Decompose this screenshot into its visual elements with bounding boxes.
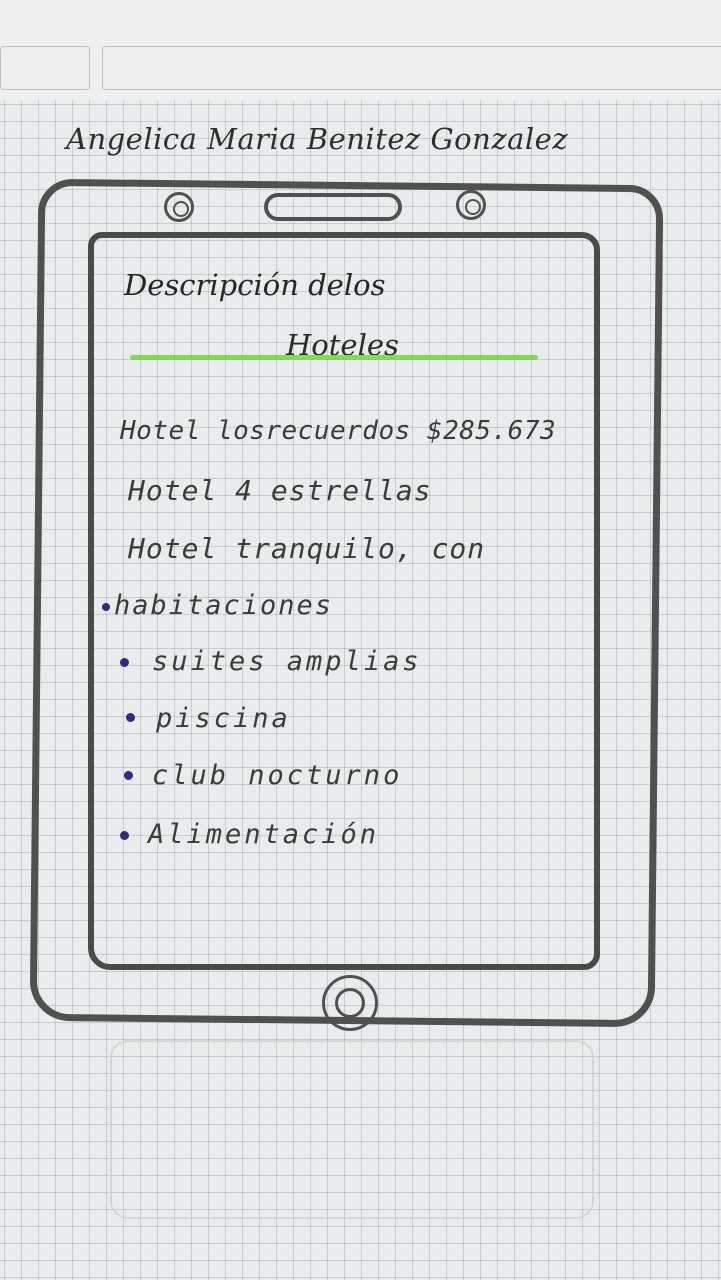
paper-top-strip <box>0 0 721 100</box>
paper-box-left <box>0 46 90 90</box>
bullet-dot <box>120 831 129 840</box>
author-name: Angelica Maria Benitez Gonzalez <box>66 122 569 156</box>
hotel-description: Hotel tranquilo, con <box>128 532 486 565</box>
hotel-name-price: Hotel losrecuerdos $285.673 <box>120 416 557 446</box>
list-item-label: club nocturno <box>152 760 403 791</box>
paper-box-right <box>102 46 721 90</box>
list-item-label: habitaciones <box>114 590 334 621</box>
speaker-icon <box>264 193 402 221</box>
right-camera-icon <box>456 190 486 220</box>
bullet-dot <box>124 771 133 780</box>
hotel-stars: Hotel 4 estrellas <box>128 474 432 507</box>
ghost-imprint <box>110 1040 594 1219</box>
bullet-dot <box>102 603 110 611</box>
list-item-label: piscina <box>156 703 291 734</box>
page-title-line1: Descripción delos <box>124 268 386 302</box>
bullet-dot <box>120 658 129 667</box>
home-button-icon <box>322 975 378 1031</box>
left-camera-icon <box>164 192 194 222</box>
list-item-label: suites amplias <box>152 646 422 677</box>
title-underline <box>130 355 538 360</box>
bullet-dot <box>126 713 135 722</box>
list-item-label: Alimentación <box>148 819 380 850</box>
